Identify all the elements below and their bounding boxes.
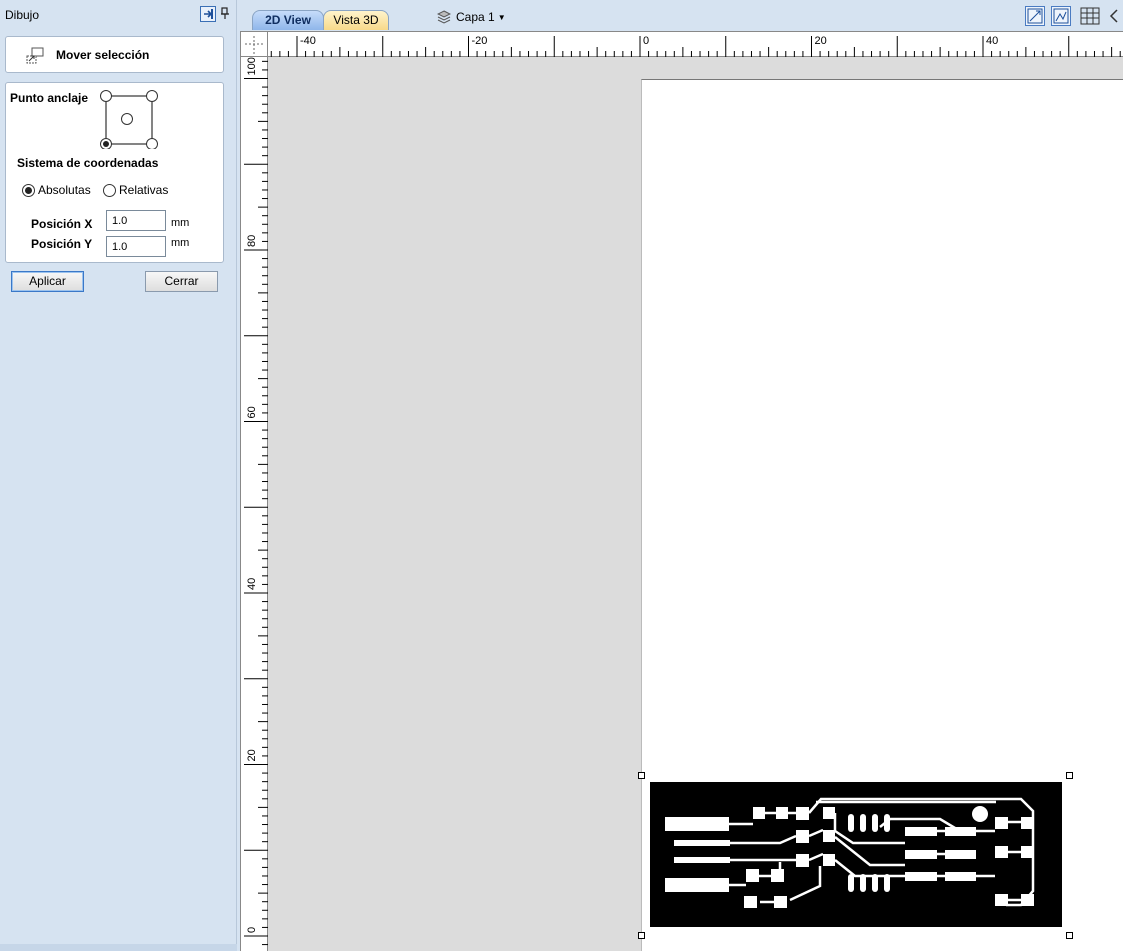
absolute-label: Absolutas — [38, 183, 91, 197]
anchor-center[interactable] — [121, 113, 133, 125]
panel-scrollbar[interactable] — [0, 944, 237, 951]
pcb-artwork[interactable] — [650, 782, 1062, 927]
close-button[interactable]: Cerrar — [145, 271, 218, 292]
anchor-bottom-right[interactable] — [146, 138, 158, 150]
ruler-label: 20 — [246, 749, 258, 761]
radio-button[interactable] — [22, 183, 35, 197]
relative-label: Relativas — [119, 183, 169, 197]
layer-label: Capa 1 — [456, 10, 495, 24]
view-tabbar: 2D View Vista 3D Capa 1 ▼ — [237, 0, 1123, 31]
ruler-label: 60 — [246, 406, 258, 418]
selection-handle-bottom-right[interactable] — [1066, 932, 1073, 939]
panel-title: Dibujo — [5, 8, 40, 22]
layer-icon — [436, 10, 452, 24]
panel-header: Dibujo — [0, 0, 237, 30]
ruler-label: 40 — [986, 35, 998, 47]
anchor-top-right[interactable] — [146, 90, 158, 102]
ruler-label: -40 — [300, 35, 316, 47]
ruler-label: -20 — [472, 35, 488, 47]
layer-dropdown[interactable]: Capa 1 ▼ — [436, 9, 506, 25]
anchor-point-selector[interactable] — [100, 89, 160, 149]
tab-2d-view[interactable]: 2D View — [252, 10, 324, 30]
position-x-label: Posición X — [31, 217, 93, 231]
horizontal-ruler[interactable]: -40 -20 0 20 40 — [268, 32, 1123, 57]
ruler-label: 100 — [246, 57, 258, 75]
dock-icon[interactable] — [200, 6, 216, 22]
zoom-extents-icon[interactable] — [1025, 6, 1045, 26]
coordinate-system-label: Sistema de coordenadas — [17, 156, 159, 170]
more-icon[interactable] — [1109, 6, 1123, 26]
drawing-panel: Dibujo Mover selección Punto anclaje Sis… — [0, 0, 237, 951]
relative-radio[interactable]: Relativas — [103, 182, 168, 198]
ruler-label: 80 — [246, 235, 258, 247]
apply-button[interactable]: Aplicar — [11, 271, 84, 292]
anchor-label: Punto anclaje — [10, 91, 89, 105]
pin-icon[interactable] — [219, 6, 235, 22]
chevron-down-icon: ▼ — [497, 12, 506, 22]
ruler-label: 40 — [246, 578, 258, 590]
position-x-input[interactable] — [106, 210, 166, 231]
anchor-section: Punto anclaje Sistema de coordenadas Abs… — [5, 82, 224, 263]
selection-handle-bottom-left[interactable] — [638, 932, 645, 939]
ruler-label: 20 — [815, 35, 827, 47]
vertical-ruler[interactable]: 100 80 60 40 20 0 — [241, 57, 268, 951]
tool-title: Mover selección — [56, 48, 150, 62]
zoom-selection-icon[interactable] — [1051, 6, 1071, 26]
tab-3d-view[interactable]: Vista 3D — [323, 10, 389, 30]
unit-label: mm — [171, 237, 190, 249]
ruler-corner[interactable] — [241, 32, 268, 57]
grid-icon[interactable] — [1079, 6, 1100, 26]
ruler-label: 0 — [643, 35, 649, 47]
selection-handle-top-right[interactable] — [1066, 772, 1073, 779]
move-selection-icon — [25, 47, 45, 65]
position-y-input[interactable] — [106, 236, 166, 257]
selection-handle-top-left[interactable] — [638, 772, 645, 779]
unit-label: mm — [171, 217, 190, 229]
absolute-radio[interactable]: Absolutas — [22, 182, 91, 198]
radio-button[interactable] — [103, 183, 116, 197]
anchor-top-left[interactable] — [100, 90, 112, 102]
move-selection-header: Mover selección — [5, 36, 224, 73]
position-y-label: Posición Y — [31, 237, 93, 251]
ruler-label: 0 — [246, 927, 258, 933]
